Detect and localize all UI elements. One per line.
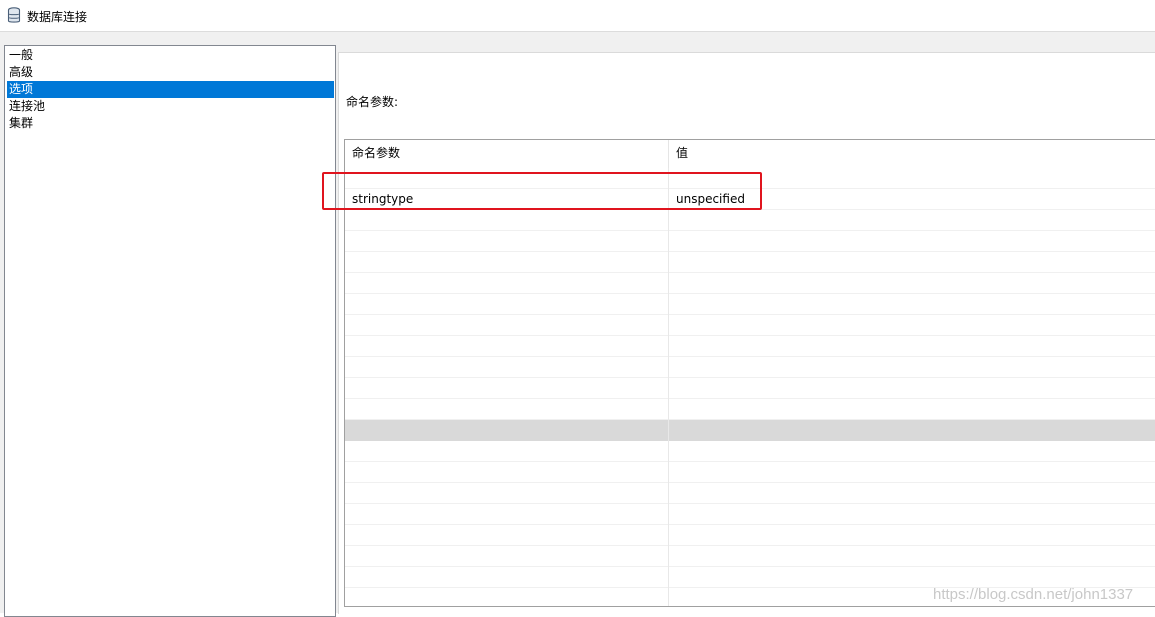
table-row[interactable] — [345, 525, 1155, 546]
table-row[interactable] — [345, 567, 1155, 588]
column-header-value[interactable]: 值 — [669, 140, 1155, 168]
watermark: https://blog.csdn.net/john1337 — [933, 586, 1134, 603]
title-bar: 数据库连接 — [0, 0, 1155, 32]
window-title: 数据库连接 — [27, 10, 88, 24]
table-row[interactable] — [345, 210, 1155, 231]
table-row[interactable] — [345, 231, 1155, 252]
nav-list: 一般 高级 选项 连接池 集群 — [4, 45, 336, 617]
table-row[interactable] — [345, 504, 1155, 525]
nav-item-advanced[interactable]: 高级 — [7, 64, 334, 81]
column-separator — [668, 168, 669, 606]
options-panel: 命名参数: 命名参数 值 stringtype unspecified — [338, 52, 1155, 614]
database-icon — [7, 7, 21, 23]
dialog-body: 一般 高级 选项 连接池 集群 命名参数: 命名参数 值 stringtype … — [0, 32, 1155, 617]
table-row[interactable] — [345, 441, 1155, 462]
table-row[interactable] — [345, 357, 1155, 378]
nav-item-connection-pool[interactable]: 连接池 — [7, 98, 334, 115]
section-label: 命名参数: — [346, 95, 399, 109]
table-row[interactable] — [345, 378, 1155, 399]
table-row[interactable] — [345, 252, 1155, 273]
table-row[interactable] — [345, 273, 1155, 294]
table-row[interactable] — [345, 546, 1155, 567]
table-row-highlighted[interactable] — [345, 420, 1155, 441]
table-row[interactable] — [345, 462, 1155, 483]
table-row[interactable] — [345, 315, 1155, 336]
nav-item-options[interactable]: 选项 — [7, 81, 334, 98]
table-row[interactable] — [345, 294, 1155, 315]
table-row[interactable] — [345, 399, 1155, 420]
table-row[interactable] — [345, 336, 1155, 357]
nav-item-cluster[interactable]: 集群 — [7, 115, 334, 132]
grid-header: 命名参数 值 — [345, 140, 1155, 168]
table-row[interactable] — [345, 483, 1155, 504]
column-header-name[interactable]: 命名参数 — [345, 140, 668, 168]
annotation-highlight-box — [322, 172, 762, 210]
nav-item-general[interactable]: 一般 — [7, 47, 334, 64]
